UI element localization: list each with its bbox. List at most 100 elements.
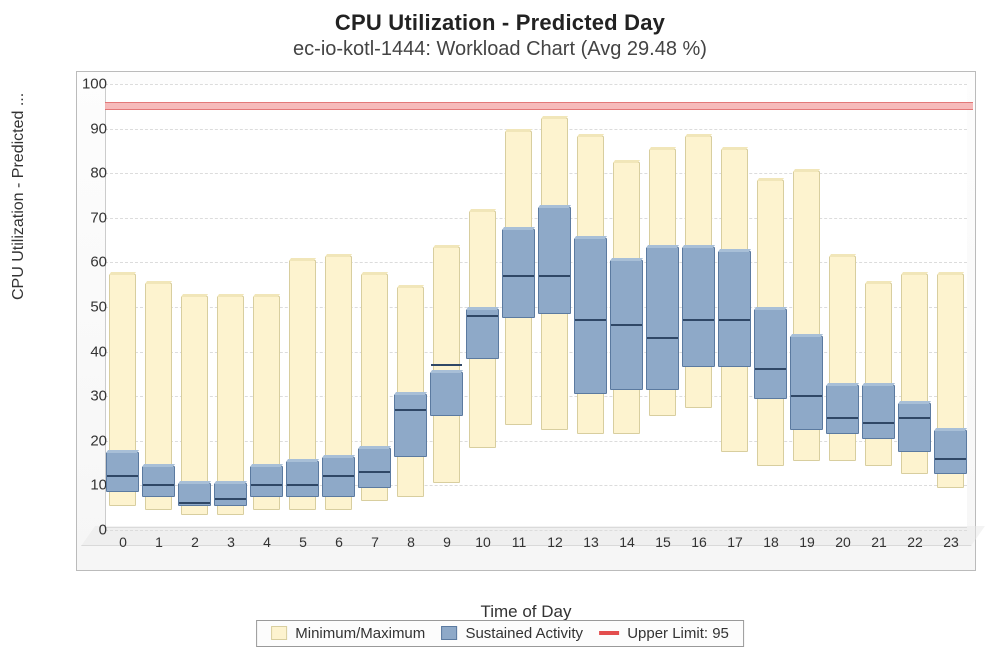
sustained-bar [754, 309, 787, 398]
sustained-median [215, 498, 246, 500]
sustained-median [935, 458, 966, 460]
hour-column: 14 [610, 82, 644, 528]
sustained-median [107, 475, 138, 477]
bars-layer: 01234567891011121314151617181920212223 [105, 84, 967, 528]
y-tick-label: 50 [79, 299, 107, 316]
sustained-bar [178, 483, 211, 505]
hour-column: 21 [862, 82, 896, 528]
sustained-bar [106, 452, 139, 492]
sustained-bar [574, 238, 607, 394]
hour-column: 23 [934, 82, 968, 528]
hour-column: 7 [358, 82, 392, 528]
hour-column: 13 [574, 82, 608, 528]
x-tick-label: 8 [394, 534, 428, 550]
chart-subtitle: ec-io-kotl-1444: Workload Chart (Avg 29.… [6, 38, 994, 61]
sustained-median [323, 475, 354, 477]
hour-column: 16 [682, 82, 716, 528]
hour-column: 17 [718, 82, 752, 528]
sustained-median [143, 484, 174, 486]
legend-label-minmax: Minimum/Maximum [295, 625, 425, 642]
hour-column: 22 [898, 82, 932, 528]
sustained-median [719, 319, 750, 321]
sustained-median [467, 315, 498, 317]
y-tick-label: 70 [79, 209, 107, 226]
x-tick-label: 14 [610, 534, 644, 550]
y-tick-label: 60 [79, 254, 107, 271]
sustained-bar [718, 251, 751, 367]
sustained-median [863, 422, 894, 424]
sustained-median [575, 319, 606, 321]
x-tick-label: 17 [718, 534, 752, 550]
sustained-bar [898, 403, 931, 452]
hour-column: 20 [826, 82, 860, 528]
hour-column: 9 [430, 82, 464, 528]
x-tick-label: 9 [430, 534, 464, 550]
sustained-median [539, 275, 570, 277]
y-tick-label: 80 [79, 165, 107, 182]
x-tick-label: 18 [754, 534, 788, 550]
gridline [105, 530, 967, 531]
sustained-bar [286, 461, 319, 497]
chart-title: CPU Utilization - Predicted Day [6, 10, 994, 36]
x-axis-label: Time of Day [77, 602, 975, 622]
x-tick-label: 16 [682, 534, 716, 550]
sustained-bar [214, 483, 247, 505]
x-tick-label: 2 [178, 534, 212, 550]
y-tick-label: 20 [79, 432, 107, 449]
sustained-median [899, 417, 930, 419]
x-tick-label: 5 [286, 534, 320, 550]
x-tick-label: 22 [898, 534, 932, 550]
x-tick-label: 10 [466, 534, 500, 550]
legend-item-minmax: Minimum/Maximum [271, 625, 425, 642]
chart: CPU Utilization - Predicted Day ec-io-ko… [0, 0, 1000, 655]
sustained-median [683, 319, 714, 321]
upper-limit-line [105, 102, 973, 110]
sustained-bar [358, 448, 391, 488]
hour-column: 10 [466, 82, 500, 528]
hour-column: 6 [322, 82, 356, 528]
hour-column: 12 [538, 82, 572, 528]
y-axis-label: CPU Utilization - Predicted ... [10, 93, 28, 300]
sustained-bar [646, 247, 679, 390]
hour-column: 4 [250, 82, 284, 528]
x-tick-label: 11 [502, 534, 536, 550]
plot-area: 0102030405060708090100 01234567891011121… [76, 71, 976, 571]
sustained-bar [250, 466, 283, 497]
sustained-median [287, 484, 318, 486]
x-tick-label: 1 [142, 534, 176, 550]
y-tick-label: 40 [79, 343, 107, 360]
hour-column: 8 [394, 82, 428, 528]
y-tick-label: 30 [79, 388, 107, 405]
sustained-median [827, 417, 858, 419]
y-tick-label: 100 [79, 76, 107, 93]
hour-column: 5 [286, 82, 320, 528]
sustained-bar [610, 260, 643, 389]
sustained-bar [538, 207, 571, 314]
sustained-median [179, 502, 210, 504]
swatch-sustained-icon [441, 626, 457, 640]
hour-column: 0 [106, 82, 140, 528]
legend-label-limit: Upper Limit: 95 [627, 625, 729, 642]
x-tick-label: 0 [106, 534, 140, 550]
sustained-median [251, 484, 282, 486]
sustained-bar [430, 372, 463, 417]
sustained-bar [682, 247, 715, 367]
y-tick-label: 10 [79, 477, 107, 494]
sustained-median [755, 368, 786, 370]
x-tick-label: 20 [826, 534, 860, 550]
legend-label-sustained: Sustained Activity [465, 625, 583, 642]
sustained-median [791, 395, 822, 397]
sustained-bar [142, 466, 175, 497]
x-tick-label: 3 [214, 534, 248, 550]
swatch-minmax-icon [271, 626, 287, 640]
sustained-bar [862, 385, 895, 439]
sustained-median [431, 364, 462, 366]
sustained-bar [502, 229, 535, 318]
hour-column: 1 [142, 82, 176, 528]
sustained-bar [466, 309, 499, 358]
y-tick-label: 90 [79, 120, 107, 137]
sustained-median [359, 471, 390, 473]
sustained-bar [934, 430, 967, 475]
x-tick-label: 21 [862, 534, 896, 550]
hour-column: 15 [646, 82, 680, 528]
